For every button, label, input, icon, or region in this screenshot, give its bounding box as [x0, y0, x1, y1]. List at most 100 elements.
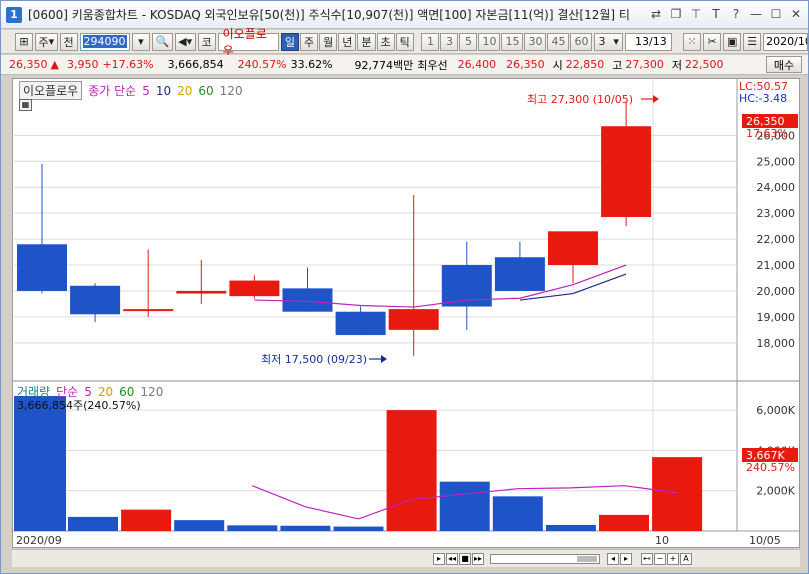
candle-body [229, 280, 280, 297]
right-axis-date: 10/05 [749, 534, 781, 547]
interval-button-45[interactable]: 45 [547, 32, 570, 51]
stock-tag[interactable]: 이오플로우 [19, 81, 83, 100]
period-tab-4[interactable]: 분 [357, 32, 376, 51]
volume-bar [14, 396, 66, 531]
ma-period-20: 20 [177, 83, 193, 98]
zoom-in-icon[interactable]: + [667, 552, 679, 565]
turnover: 33.62% [290, 58, 333, 71]
volume-tick-label: 2,000K [756, 485, 795, 498]
period-tab-2[interactable]: 월 [319, 32, 338, 51]
date-input[interactable]: 2020/10 [763, 32, 808, 51]
open-price: 22,850 [565, 58, 605, 71]
period-tabs: 일주월년분초틱 [280, 32, 414, 51]
volume-bar [280, 525, 331, 531]
chart-svg[interactable]: 18,000 19,000 20,000 21,000 22,000 23,000 24,0… [13, 79, 799, 547]
title-bar: 1 [0600] 키움종합차트 - KOSDAQ 외국인보유[50(천)] 주식… [1, 1, 808, 29]
interval-button-3[interactable]: 3 [440, 32, 459, 51]
grid-icon[interactable]: ⁙ [683, 32, 702, 51]
search-icon[interactable]: 🔍 [151, 32, 173, 51]
interval-button-5[interactable]: 5 [459, 32, 478, 51]
ma-period-120: 120 [219, 83, 243, 98]
interval-button-60[interactable]: 60 [570, 32, 593, 51]
trade-value: 92,774백만 [354, 58, 414, 72]
prev-button[interactable]: 전 [59, 32, 78, 51]
table-icon[interactable]: ▦ [19, 99, 32, 111]
change-percent: +17.63% [102, 58, 154, 71]
code-dropdown-icon[interactable]: ▾ [131, 32, 150, 51]
period-tab-1[interactable]: 주 [300, 32, 319, 51]
interval-button-10[interactable]: 10 [478, 32, 501, 51]
period-tab-6[interactable]: 틱 [395, 32, 414, 51]
period-tab-0[interactable]: 일 [280, 32, 299, 51]
stock-code-input[interactable]: 294090 [79, 32, 130, 51]
tools-icon[interactable]: ✂ [703, 32, 722, 51]
code-prefix-button[interactable]: 코 [197, 32, 216, 51]
high-price: 27,300 [625, 58, 664, 71]
volume-bar [227, 525, 278, 531]
stock-code: 294090 [82, 35, 127, 48]
price-tick-label: 20,000 [757, 285, 796, 298]
zoom-fit-icon[interactable]: A [680, 552, 692, 565]
chart-window: 1 [0600] 키움종합차트 - KOSDAQ 외국인보유[50(천)] 주식… [0, 0, 809, 574]
period-tab-3[interactable]: 년 [338, 32, 357, 51]
volume-bar [545, 524, 596, 531]
price-tick-label: 25,000 [757, 155, 796, 168]
price-tick-label: 24,000 [757, 181, 796, 194]
speaker-icon[interactable]: ◀▾ [174, 32, 196, 51]
save-icon[interactable]: ▣ [723, 32, 742, 51]
candle-body [388, 309, 439, 330]
chart-area[interactable]: 18,000 19,000 20,000 21,000 22,000 23,000 24,0… [12, 78, 800, 548]
interval-select-value: 3 [598, 35, 606, 48]
interval-button-1[interactable]: 1 [421, 32, 440, 51]
x-axis-label: 10 [655, 534, 669, 547]
minimize-icon[interactable]: — [748, 6, 764, 22]
x-axis-label: 2020/09 [16, 534, 62, 547]
link-chart-icon[interactable]: ⊷ [641, 552, 653, 565]
candle-body [17, 244, 67, 291]
period-tab-5[interactable]: 초 [376, 32, 395, 51]
fast-forward-icon[interactable]: ▸▸ [472, 552, 484, 565]
market-select[interactable]: 주 ▾ [35, 32, 58, 51]
ma-period-5: 5 [142, 83, 150, 98]
stop-icon[interactable]: ■ [459, 552, 471, 565]
scroll-right-end-icon[interactable]: ▸ [620, 552, 632, 565]
settings-icon[interactable]: ☰ [743, 32, 762, 51]
low-price: 22,500 [685, 58, 724, 71]
volume: 3,666,854 [167, 58, 224, 71]
scroll-thumb[interactable] [577, 555, 597, 562]
quote-bar: 26,350 ▲ 3,950 +17.63% 3,666,854 240.57%… [1, 55, 808, 75]
maximize-icon[interactable]: ☐ [768, 6, 784, 22]
scroll-right-icon[interactable]: ▸ [433, 552, 445, 565]
close-icon[interactable]: ✕ [788, 6, 804, 22]
candle-body [282, 288, 333, 312]
volume-bar [121, 509, 172, 531]
help-icon[interactable]: ? [728, 6, 744, 22]
volume-pct-tag: 240.57% [746, 461, 795, 474]
copy-icon[interactable]: ❐ [668, 6, 684, 22]
low-arrow-head [381, 355, 387, 363]
up-arrow-icon: ▲ [50, 58, 59, 71]
font-icon[interactable]: T [708, 6, 724, 22]
layout-icon[interactable]: ⊞ [15, 32, 33, 51]
link-icon[interactable]: ⇄ [648, 6, 664, 22]
chart-scrollbar: ▸ ◂◂ ■ ▸▸ ◂ ▸ ⊷ − + A [12, 549, 800, 567]
interval-select[interactable]: 3 ▾ [594, 32, 623, 51]
interval-button-15[interactable]: 15 [501, 32, 524, 51]
zoom-out-icon[interactable]: − [654, 552, 666, 565]
main-toolbar: ⊞ 주 ▾ 전 294090 ▾ 🔍 ◀▾ 코 이오플로우 일주월년분초틱 135… [1, 27, 808, 58]
volume-bar [492, 496, 543, 531]
high-arrow-head [653, 95, 659, 103]
volume-bar [333, 526, 384, 531]
bid-price: 26,350 [506, 58, 545, 71]
market-label: 주 [38, 35, 49, 49]
buy-button[interactable]: 매수 [766, 56, 802, 73]
scroll-track[interactable] [490, 553, 600, 564]
pin-icon[interactable]: ⊤ [688, 6, 704, 22]
rewind-icon[interactable]: ◂◂ [446, 552, 458, 565]
scroll-left-icon[interactable]: ◂ [607, 552, 619, 565]
interval-button-30[interactable]: 30 [524, 32, 547, 51]
hc-label: HC:-3.48 [739, 92, 787, 105]
window-controls: ⇄ ❐ ⊤ T ? — ☐ ✕ [648, 6, 804, 22]
interval-buttons: 1 3 5 10 15 30 45 60 [421, 32, 593, 51]
volume-bar [68, 516, 118, 531]
